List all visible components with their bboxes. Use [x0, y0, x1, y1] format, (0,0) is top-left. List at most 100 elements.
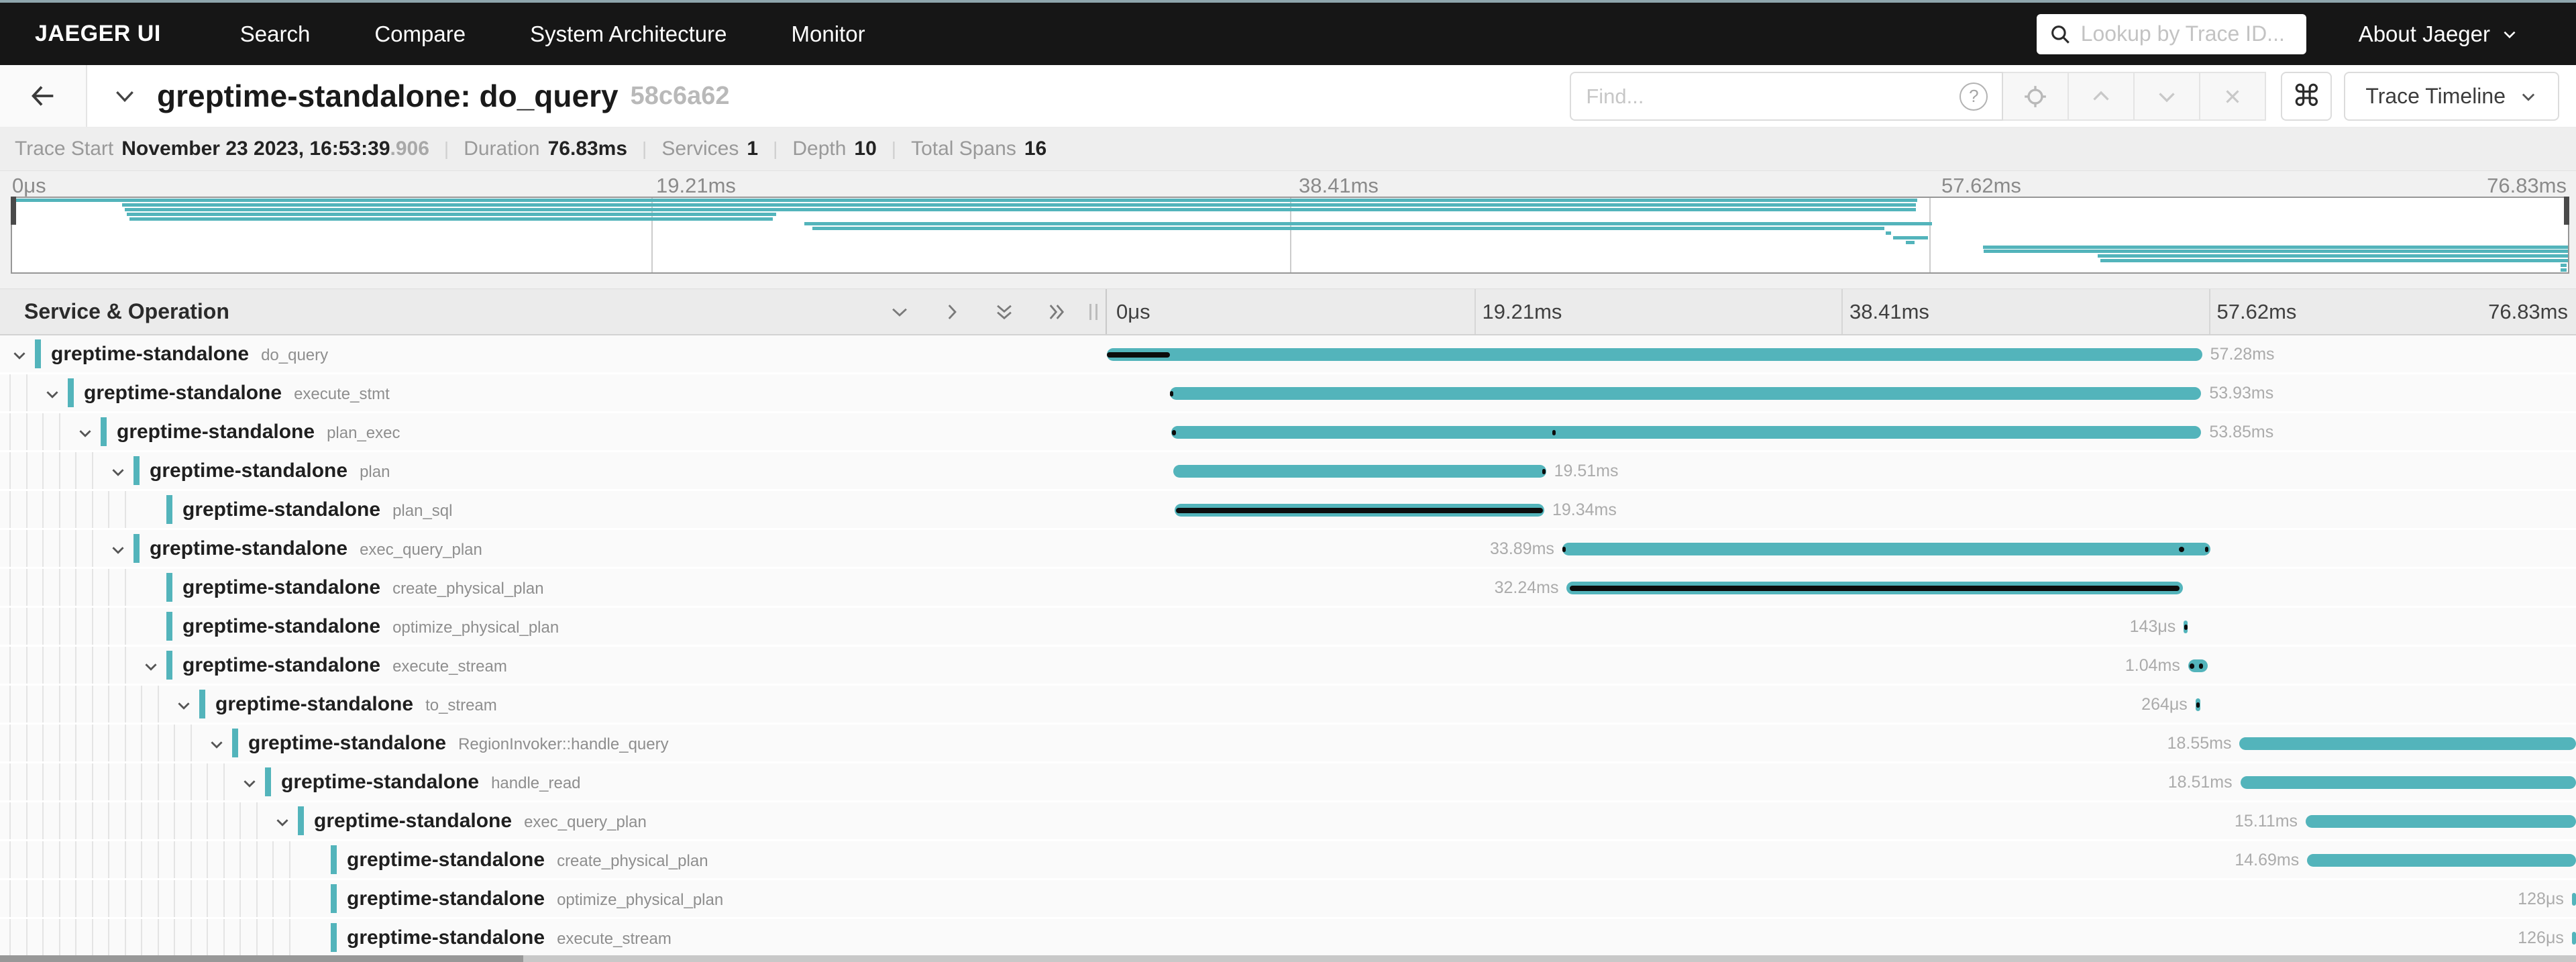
span-name-cell[interactable]: greptime-standaloneoptimize_physical_pla… [0, 880, 1107, 917]
find-help[interactable]: ? [1945, 72, 2003, 121]
timeline-column-header: Service & Operation 0μs [0, 288, 2576, 335]
find-next-button[interactable] [2135, 72, 2200, 121]
span-name-cell[interactable]: greptime-standaloneto_stream [0, 686, 1107, 723]
span-name-cell[interactable]: greptime-standalonedo_query [0, 335, 1107, 372]
span-bar[interactable] [2572, 893, 2576, 906]
service-color-bar [166, 612, 172, 641]
span-name-cell[interactable]: greptime-standaloneoptimize_physical_pla… [0, 608, 1107, 645]
span-children-toggle[interactable] [175, 697, 193, 714]
span-bar[interactable] [1171, 426, 2201, 439]
find-clear-button[interactable] [2200, 72, 2266, 121]
span-name-cell[interactable]: greptime-standaloneexec_query_plan [0, 802, 1107, 839]
trace-view-selector[interactable]: Trace Timeline [2344, 72, 2559, 121]
span-timeline-cell[interactable]: 14.69ms [1107, 841, 2576, 878]
indent-guide [9, 569, 11, 606]
nav-item-system-architecture[interactable]: System Architecture [530, 21, 727, 47]
minimap-right-scrubber[interactable] [2564, 197, 2569, 225]
jaeger-logo[interactable]: JAEGER UI [35, 21, 161, 47]
column-resize-grip[interactable] [1089, 304, 1097, 320]
trace-header-collapse-toggle[interactable] [111, 83, 138, 109]
span-name-cell[interactable]: greptime-standalonecreate_physical_plan [0, 569, 1107, 606]
nav-item-compare[interactable]: Compare [374, 21, 466, 47]
span-timeline-cell[interactable]: 19.51ms [1107, 452, 2576, 489]
span-bar[interactable] [2306, 815, 2576, 828]
span-timeline-cell[interactable]: 32.24ms [1107, 569, 2576, 606]
indent-guide [108, 880, 109, 917]
span-bar[interactable] [1562, 543, 2210, 555]
span-name-cell[interactable]: greptime-standalonecreate_physical_plan [0, 841, 1107, 878]
minimap-left-scrubber[interactable] [11, 197, 16, 225]
span-timeline-cell[interactable]: 15.11ms [1107, 802, 2576, 839]
indent-guide [26, 452, 28, 489]
span-children-toggle[interactable] [241, 775, 258, 792]
axis-tick: 57.62ms [1941, 174, 2021, 198]
indent-guide [191, 802, 192, 839]
span-name-cell[interactable]: greptime-standalonehandle_read [0, 763, 1107, 800]
service-name: greptime-standaloneplan_exec [117, 413, 400, 450]
span-children-toggle[interactable] [208, 736, 225, 753]
span-children-toggle[interactable] [142, 658, 160, 676]
span-children-toggle[interactable] [44, 386, 61, 403]
indent-guide [9, 608, 11, 645]
span-name-cell[interactable]: greptime-standaloneexec_query_plan [0, 530, 1107, 567]
minimap-span-line [125, 208, 1916, 211]
expand-all-icon[interactable] [1045, 301, 1068, 323]
span-timeline-cell[interactable]: 57.28ms [1107, 335, 2576, 372]
expand-one-icon[interactable] [941, 301, 963, 323]
span-name-cell[interactable]: greptime-standaloneexecute_stmt [0, 374, 1107, 411]
span-timeline-cell[interactable]: 1.04ms [1107, 647, 2576, 684]
span-timeline-cell[interactable]: 53.93ms [1107, 374, 2576, 411]
span-timeline-cell[interactable]: 18.51ms [1107, 763, 2576, 800]
indent-guide [26, 413, 28, 450]
span-timeline-cell[interactable]: 33.89ms [1107, 530, 2576, 567]
span-bar[interactable] [2307, 854, 2576, 867]
span-name-cell[interactable]: greptime-standaloneRegionInvoker::handle… [0, 725, 1107, 761]
span-name-cell[interactable]: greptime-standaloneplan_exec [0, 413, 1107, 450]
span-timeline-cell[interactable]: 53.85ms [1107, 413, 2576, 450]
find-prev-button[interactable] [2069, 72, 2135, 121]
horizontal-scrollbar[interactable] [0, 955, 2576, 962]
span-row: greptime-standaloneexecute_stream 126μs [0, 919, 2576, 955]
indent-guide [9, 919, 11, 955]
span-children-toggle[interactable] [76, 425, 94, 442]
span-bar[interactable] [1173, 465, 1546, 478]
span-bar[interactable] [1170, 387, 2201, 400]
minimap-canvas[interactable] [11, 197, 2569, 274]
span-children-toggle[interactable] [11, 347, 28, 364]
indent-guide [125, 608, 126, 645]
critical-path-segment [2199, 663, 2204, 669]
span-name-cell[interactable]: greptime-standaloneexecute_stream [0, 647, 1107, 684]
span-timeline-cell[interactable]: 128μs [1107, 880, 2576, 917]
meta-separator: | [444, 138, 449, 160]
indent-guide [75, 530, 76, 567]
span-children-toggle[interactable] [109, 541, 127, 559]
span-name-cell[interactable]: greptime-standaloneexecute_stream [0, 919, 1107, 955]
span-name-cell[interactable]: greptime-standaloneplan [0, 452, 1107, 489]
nav-item-search[interactable]: Search [240, 21, 311, 47]
span-children-toggle[interactable] [274, 814, 291, 831]
span-bar[interactable] [2239, 737, 2576, 750]
collapse-all-icon[interactable] [993, 301, 1016, 323]
span-timeline-cell[interactable]: 264μs [1107, 686, 2576, 723]
horizontal-scrollbar-thumb[interactable] [0, 955, 523, 962]
span-timeline-cell[interactable]: 126μs [1107, 919, 2576, 955]
focus-span-button[interactable] [2003, 72, 2069, 121]
span-children-toggle[interactable] [109, 464, 127, 481]
nav-item-monitor[interactable]: Monitor [792, 21, 865, 47]
about-jaeger-menu[interactable]: About Jaeger [2359, 21, 2518, 47]
span-bar[interactable] [2241, 776, 2576, 789]
indent-guide [272, 841, 274, 878]
back-button[interactable] [0, 65, 87, 127]
find-input[interactable] [1570, 72, 1945, 121]
keyboard-shortcuts-button[interactable]: ⌘ [2281, 72, 2332, 121]
span-timeline-cell[interactable]: 143μs [1107, 608, 2576, 645]
span-bar[interactable] [2572, 932, 2576, 945]
span-bar[interactable] [1107, 348, 2202, 361]
indent-guide [239, 919, 241, 955]
collapse-one-icon[interactable] [888, 301, 911, 323]
search-icon [2049, 23, 2072, 46]
span-timeline-cell[interactable]: 18.55ms [1107, 725, 2576, 761]
span-timeline-cell[interactable]: 19.34ms [1107, 491, 2576, 528]
trace-lookup-input[interactable] [2081, 21, 2294, 46]
span-name-cell[interactable]: greptime-standaloneplan_sql [0, 491, 1107, 528]
